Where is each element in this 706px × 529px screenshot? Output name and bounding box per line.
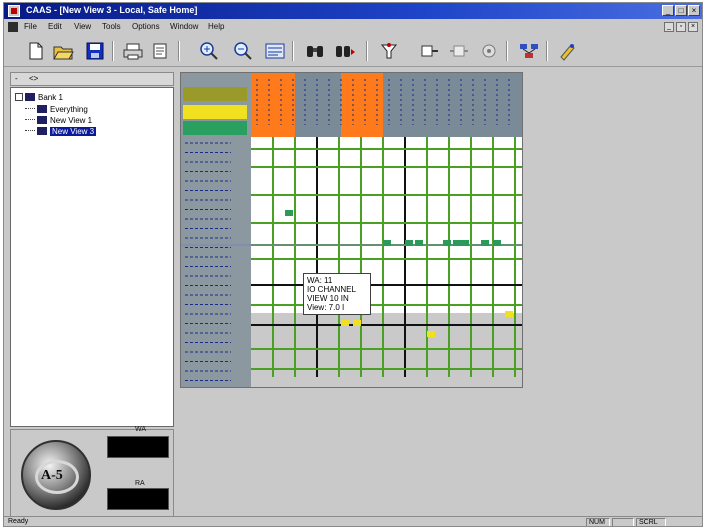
tree-item-label: New View 3 xyxy=(50,127,97,136)
grid-key-cell xyxy=(183,105,247,119)
status-panel: A-5 WA RA xyxy=(10,426,174,517)
crosspoint-grid[interactable] xyxy=(180,72,523,388)
maximize-button[interactable]: □ xyxy=(675,5,687,16)
status-num: NUM xyxy=(586,518,610,526)
menu-bar: File Edit View Tools Options Window Help… xyxy=(4,20,702,34)
open-folder-icon[interactable] xyxy=(52,41,74,61)
grid-crosspoint-marker xyxy=(493,240,501,246)
tooltip-line: IO CHANNEL xyxy=(307,285,356,294)
grid-crosspoint-marker xyxy=(505,311,513,317)
readout-display xyxy=(107,488,169,510)
toolbar-separator xyxy=(546,41,548,61)
status-cell xyxy=(612,518,634,526)
grid-crosspoint-marker xyxy=(285,210,293,216)
toolbar-separator xyxy=(366,41,368,61)
expand-toggle-icon[interactable] xyxy=(15,93,23,101)
toolbar-separator xyxy=(292,41,294,61)
mdi-restore-button[interactable]: ▫ xyxy=(676,22,686,32)
grid-crosspoint-marker xyxy=(383,240,391,246)
tree-item[interactable]: New View 1 xyxy=(25,115,92,126)
tree-root-label: Bank 1 xyxy=(38,93,63,102)
view-icon xyxy=(37,105,47,113)
print-icon[interactable] xyxy=(122,41,144,61)
menu-view[interactable]: View xyxy=(74,22,91,31)
tree-item-selected[interactable]: New View 3 xyxy=(25,126,97,137)
navigate-button[interactable]: <> xyxy=(29,74,38,83)
disconnect-icon[interactable] xyxy=(448,41,470,61)
tree-item-label: New View 1 xyxy=(50,116,93,125)
tooltip-line: WA: 11 xyxy=(307,276,333,285)
tree-item[interactable]: Everything xyxy=(25,104,88,115)
grid-crosspoint-marker xyxy=(443,240,451,246)
logo: A-5 xyxy=(21,440,91,510)
link-icon[interactable] xyxy=(418,41,440,61)
close-button[interactable]: × xyxy=(688,5,700,16)
connect-icon[interactable] xyxy=(378,41,400,61)
window-title: CAAS - [New View 3 - Local, Safe Home] xyxy=(26,5,198,15)
grid-key-cell xyxy=(183,121,247,135)
readout-label: RA xyxy=(135,480,145,487)
readout-display xyxy=(107,436,169,458)
find-next-icon[interactable] xyxy=(334,41,356,61)
toolbar-separator xyxy=(506,41,508,61)
menu-help[interactable]: Help xyxy=(208,22,224,31)
menu-edit[interactable]: Edit xyxy=(48,22,62,31)
settings-icon[interactable] xyxy=(478,41,500,61)
grid-crosspoint-marker xyxy=(415,240,423,246)
view-icon xyxy=(37,116,47,124)
readout-label: WA xyxy=(135,426,147,433)
application-window: CAAS - [New View 3 - Local, Safe Home] _… xyxy=(3,2,703,527)
network-icon[interactable] xyxy=(518,41,540,61)
grid-crosspoint-marker xyxy=(461,240,469,246)
status-scroll: SCRL xyxy=(636,518,666,526)
print-preview-icon[interactable] xyxy=(150,41,172,61)
grid-row-labels xyxy=(181,73,251,387)
binoculars-icon[interactable] xyxy=(304,41,326,61)
menu-file[interactable]: File xyxy=(24,22,37,31)
tooltip-line: VIEW 10 IN xyxy=(307,294,349,303)
grid-crosspoint-marker xyxy=(427,331,435,337)
collapse-button[interactable]: - xyxy=(15,74,18,83)
grid-header-highlight xyxy=(251,73,295,137)
menu-options[interactable]: Options xyxy=(132,22,160,31)
tooltip-line: View: 7.0 I xyxy=(307,303,345,312)
tree-root[interactable]: Bank 1 xyxy=(15,92,63,103)
new-file-icon[interactable] xyxy=(24,41,46,61)
help-icon[interactable] xyxy=(556,41,578,61)
status-text: Ready xyxy=(8,518,29,525)
toolbar-separator xyxy=(112,41,114,61)
minimize-button[interactable]: _ xyxy=(662,5,674,16)
toolbar xyxy=(4,35,702,67)
view-icon xyxy=(37,127,47,135)
grid-crosspoint-marker xyxy=(405,240,413,246)
tree-toolbar: - <> xyxy=(10,72,174,86)
tooltip: WA: 11 IO CHANNEL VIEW 10 IN View: 7.0 I xyxy=(303,273,371,315)
grid-crosspoint-marker xyxy=(481,240,489,246)
grid-crosspoint-marker xyxy=(341,320,349,326)
title-bar[interactable]: CAAS - [New View 3 - Local, Safe Home] _… xyxy=(4,3,702,19)
mdi-minimize-button[interactable]: _ xyxy=(664,22,674,32)
menu-tools[interactable]: Tools xyxy=(102,22,121,31)
grid-crosspoint-marker xyxy=(353,320,361,326)
grid-key-cell xyxy=(183,87,247,101)
document-icon[interactable] xyxy=(8,22,18,32)
zoom-out-icon[interactable] xyxy=(232,41,254,61)
save-icon[interactable] xyxy=(84,41,106,61)
grid-canvas[interactable] xyxy=(181,73,522,387)
bank-icon xyxy=(25,93,35,101)
menu-window[interactable]: Window xyxy=(170,22,198,31)
tree-panel: Bank 1 Everything New View 1 New View 3 xyxy=(10,87,174,427)
zoom-in-icon[interactable] xyxy=(198,41,220,61)
tree-item-label: Everything xyxy=(50,105,88,114)
mdi-close-button[interactable]: × xyxy=(688,22,698,32)
app-icon[interactable] xyxy=(8,5,20,17)
toolbar-separator xyxy=(178,41,180,61)
fit-view-icon[interactable] xyxy=(264,41,286,61)
status-bar: Ready NUM SCRL xyxy=(4,516,702,526)
grid-crosspoint-marker xyxy=(453,240,461,246)
